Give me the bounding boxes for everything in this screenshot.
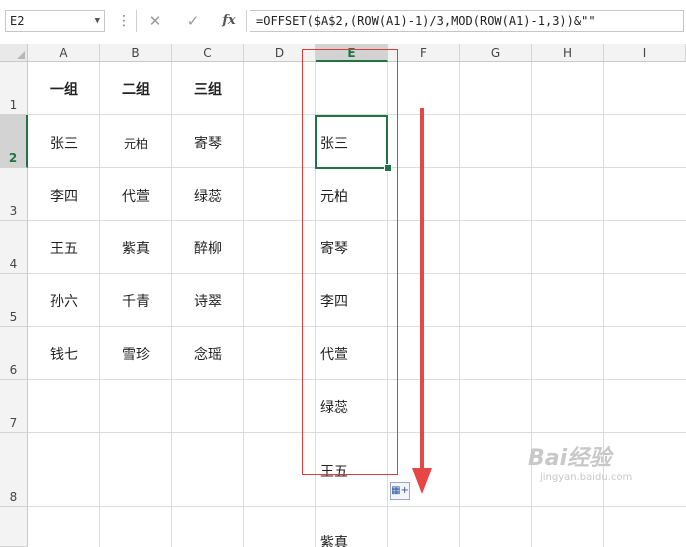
row-number: 4 (9, 257, 18, 271)
row-header-2[interactable]: 2 (0, 115, 28, 168)
table-cell[interactable]: 寄琴 (172, 135, 244, 153)
confirm-button[interactable]: ✓ (180, 10, 206, 32)
table-cell[interactable]: 念瑶 (172, 346, 244, 364)
column-header-a[interactable]: A (28, 44, 100, 62)
table-cell[interactable]: 紫真 (100, 240, 172, 258)
row-header-6[interactable]: 6 (0, 327, 28, 380)
row-number: 2 (8, 151, 18, 165)
table-cell[interactable]: 诗翠 (172, 293, 244, 311)
baidu-watermark-logo: Bai经验 jingyan.baidu.com (528, 446, 633, 483)
row-number: 5 (9, 310, 18, 324)
name-box[interactable]: E2 ▼ (5, 10, 105, 32)
table-cell[interactable]: 李四 (28, 188, 100, 206)
down-arrow-annotation (412, 108, 432, 494)
row-number: 8 (9, 490, 18, 504)
column-header-c[interactable]: C (172, 44, 244, 62)
divider (246, 10, 247, 32)
table-cell[interactable]: 雪珍 (100, 346, 172, 364)
row-header-4[interactable]: 4 (0, 221, 28, 274)
row-header-5[interactable]: 5 (0, 274, 28, 327)
divider (136, 10, 137, 32)
row-header-8[interactable]: 8 (0, 433, 28, 507)
table-cell[interactable]: 代萱 (100, 188, 172, 206)
table-cell[interactable]: 钱七 (28, 346, 100, 364)
row-number: 7 (9, 416, 18, 430)
formula-bar: E2 ▼ ⋮ ✕ ✓ fx =OFFSET($A$2,(ROW(A1)-1)/3… (0, 0, 686, 44)
row-header-3[interactable]: 3 (0, 168, 28, 221)
name-box-value: E2 (10, 14, 25, 28)
column-header-f[interactable]: F (388, 44, 460, 62)
paste-options-icon[interactable]: ▦+ (390, 482, 410, 500)
row-number: 1 (9, 98, 18, 112)
gridline-horizontal (28, 506, 686, 507)
column-header-i[interactable]: I (604, 44, 686, 62)
row-header-1[interactable]: 1 (0, 62, 28, 115)
table-header-cell[interactable]: 三组 (172, 81, 244, 99)
more-options-icon[interactable]: ⋮ (117, 10, 131, 32)
chevron-down-icon[interactable]: ▼ (95, 11, 100, 31)
table-cell[interactable]: 王五 (28, 240, 100, 258)
checkmark-icon: ✓ (186, 12, 200, 30)
select-all-button[interactable] (0, 44, 28, 62)
gridline-vertical (459, 62, 460, 547)
column-header-h[interactable]: H (532, 44, 604, 62)
formula-input[interactable]: =OFFSET($A$2,(ROW(A1)-1)/3,MOD(ROW(A1)-1… (250, 10, 684, 32)
row-number: 3 (9, 204, 18, 218)
table-cell[interactable]: 张三 (28, 135, 100, 153)
table-header-cell[interactable]: 二组 (100, 81, 172, 99)
row-number: 6 (9, 363, 18, 377)
function-icon: fx (222, 13, 236, 28)
table-cell[interactable]: 醉柳 (172, 240, 244, 258)
column-header-g[interactable]: G (460, 44, 532, 62)
table-cell[interactable]: 千青 (100, 293, 172, 311)
table-cell[interactable]: 绿蕊 (172, 188, 244, 206)
result-cell[interactable]: 紫真 (316, 534, 392, 547)
cancel-button[interactable]: ✕ (142, 10, 168, 32)
row-header-7[interactable]: 7 (0, 380, 28, 433)
table-header-cell[interactable]: 一组 (28, 81, 100, 99)
column-header-b[interactable]: B (100, 44, 172, 62)
row-header-partial[interactable] (0, 507, 28, 547)
table-cell[interactable]: 孙六 (28, 293, 100, 311)
table-cell[interactable]: 元柏 (100, 135, 172, 153)
highlight-box (302, 49, 398, 475)
close-icon: ✕ (148, 12, 162, 30)
insert-function-button[interactable]: fx (216, 10, 242, 32)
